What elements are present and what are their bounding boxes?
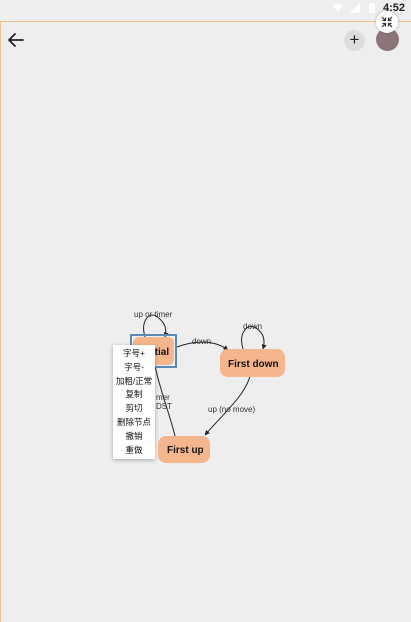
menu-item-undo[interactable]: 撤销: [113, 430, 155, 444]
menu-item-cut[interactable]: 剪切: [113, 402, 155, 416]
menu-item-delete-node[interactable]: 删除节点: [113, 416, 155, 430]
state-diagram: up or timer down down up (no move) mer D…: [130, 310, 285, 463]
menu-item-copy[interactable]: 复制: [113, 388, 155, 402]
menu-item-font-smaller[interactable]: 字号-: [113, 361, 155, 375]
node-first-up[interactable]: First up: [158, 436, 210, 463]
menu-item-redo[interactable]: 重做: [113, 444, 155, 458]
edge-label: up or timer: [134, 310, 173, 319]
edge-label: up (no move): [208, 405, 255, 414]
edge-label: down: [243, 322, 262, 331]
node-label: First up: [167, 445, 204, 456]
edge-label: down: [192, 337, 211, 346]
menu-item-font-larger[interactable]: 字号+: [113, 347, 155, 361]
menu-item-bold-toggle[interactable]: 加粗/正常: [113, 375, 155, 389]
edge-label-fragment: DST: [156, 402, 172, 411]
node-label: First down: [228, 359, 279, 370]
node-context-menu: 字号+ 字号- 加粗/正常 复制 剪切 删除节点 撤销 重做: [113, 345, 155, 460]
node-first-down[interactable]: First down: [220, 349, 285, 377]
edge-label-fragment: mer: [156, 393, 170, 402]
